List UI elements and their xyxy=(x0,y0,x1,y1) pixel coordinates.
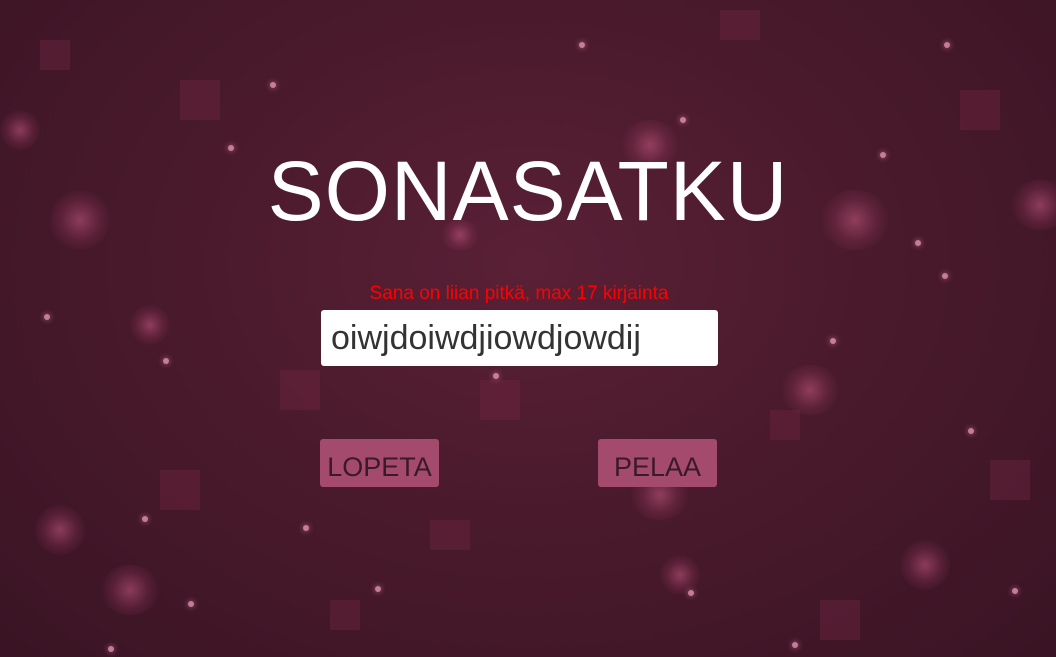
background-bokeh xyxy=(0,110,40,150)
background-bokeh xyxy=(900,540,950,590)
background-square xyxy=(40,40,70,70)
background-sparkle xyxy=(915,240,921,246)
background-sparkle xyxy=(1012,588,1018,594)
background-sparkle xyxy=(680,117,686,123)
background-square xyxy=(990,460,1030,500)
background-square xyxy=(820,600,860,640)
background-sparkle xyxy=(944,42,950,48)
background-bokeh xyxy=(130,305,170,345)
word-input-box[interactable] xyxy=(321,310,718,366)
background-bokeh xyxy=(780,365,840,415)
background-square xyxy=(280,370,320,410)
background-sparkle xyxy=(142,516,148,522)
background-sparkle xyxy=(303,525,309,531)
background-square xyxy=(720,10,760,40)
quit-button[interactable]: LOPETA xyxy=(320,439,439,487)
background-square xyxy=(160,470,200,510)
background-sparkle xyxy=(163,358,169,364)
background-bokeh xyxy=(660,555,700,595)
background-sparkle xyxy=(830,338,836,344)
background-sparkle xyxy=(108,646,114,652)
background-sparkle xyxy=(44,314,50,320)
error-message: Sana on liian pitkä, max 17 kirjainta xyxy=(369,283,669,304)
background-sparkle xyxy=(579,42,585,48)
play-button[interactable]: PELAA xyxy=(598,439,717,487)
background-square xyxy=(180,80,220,120)
background-square xyxy=(960,90,1000,130)
background-sparkle xyxy=(792,642,798,648)
game-title: SONASATKU xyxy=(267,144,789,238)
background-sparkle xyxy=(375,586,381,592)
background-sparkle xyxy=(493,373,499,379)
word-input[interactable] xyxy=(331,310,708,366)
background-sparkle xyxy=(968,428,974,434)
background-square xyxy=(430,520,470,550)
background-sparkle xyxy=(270,82,276,88)
background-bokeh xyxy=(100,565,160,615)
background-sparkle xyxy=(688,590,694,596)
background-square xyxy=(770,410,800,440)
background-sparkle xyxy=(188,601,194,607)
background-bokeh xyxy=(35,505,85,555)
background-sparkle xyxy=(942,273,948,279)
background-square xyxy=(480,380,520,420)
background-square xyxy=(330,600,360,630)
